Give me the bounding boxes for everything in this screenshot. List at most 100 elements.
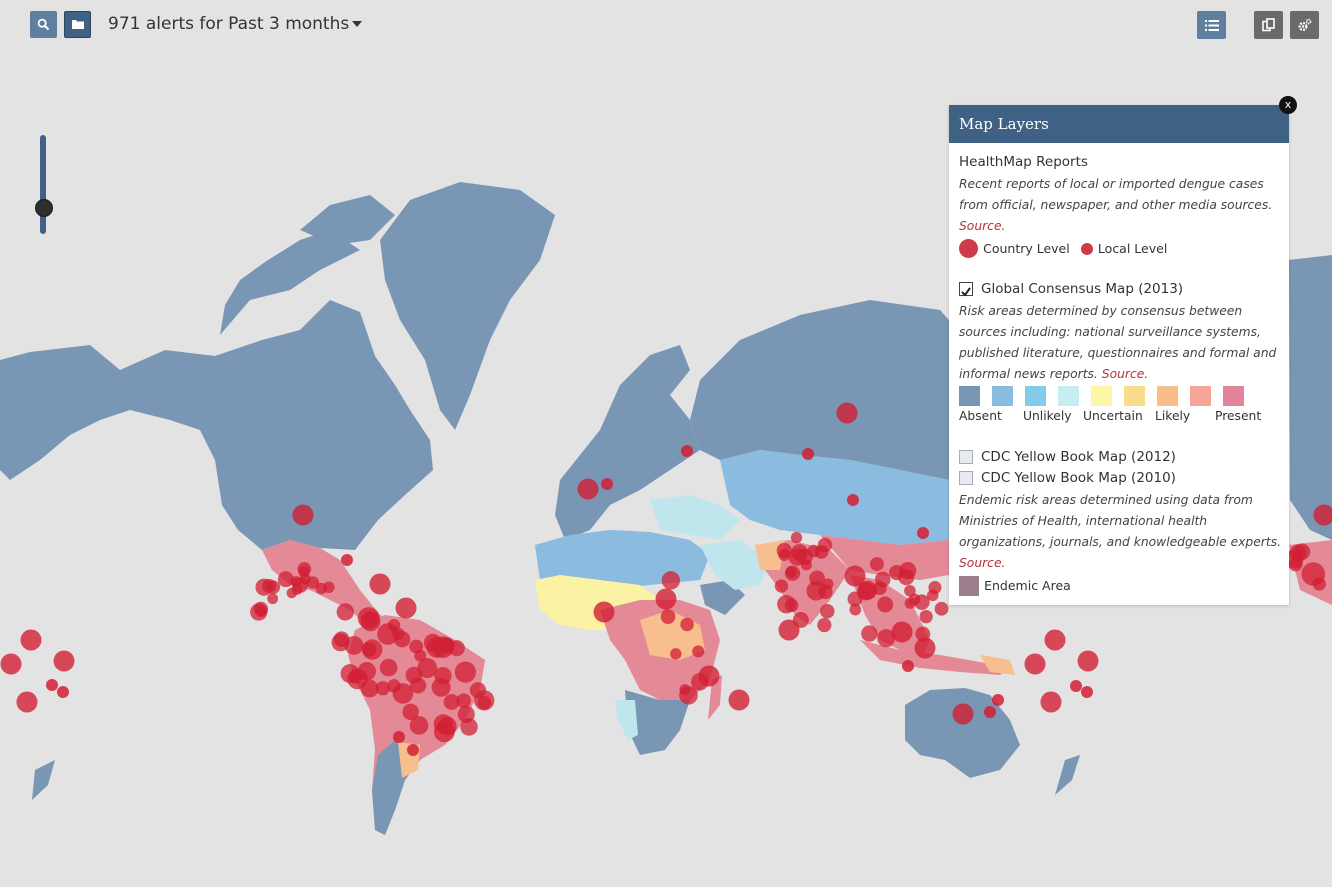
folder-button[interactable] bbox=[64, 11, 91, 38]
alert-marker[interactable] bbox=[20, 629, 42, 651]
alert-marker[interactable] bbox=[601, 478, 613, 490]
alert-marker[interactable] bbox=[877, 596, 894, 613]
healthmap-source-link[interactable]: Source. bbox=[959, 219, 1005, 233]
alert-marker[interactable] bbox=[790, 531, 803, 544]
alert-marker[interactable] bbox=[387, 679, 401, 693]
alert-marker[interactable] bbox=[952, 703, 974, 725]
alert-marker[interactable] bbox=[262, 578, 277, 593]
alert-marker[interactable] bbox=[1070, 680, 1082, 692]
alert-marker[interactable] bbox=[331, 633, 350, 652]
alert-marker[interactable] bbox=[433, 714, 453, 734]
alert-marker[interactable] bbox=[1289, 544, 1307, 562]
alert-marker[interactable] bbox=[806, 581, 826, 601]
alert-marker[interactable] bbox=[796, 548, 813, 566]
alert-marker[interactable] bbox=[817, 617, 832, 633]
cdc-2010-checkbox[interactable] bbox=[959, 471, 973, 485]
alert-marker[interactable] bbox=[849, 603, 862, 616]
alert-marker[interactable] bbox=[407, 744, 419, 756]
alert-marker[interactable] bbox=[680, 617, 694, 632]
alert-marker[interactable] bbox=[928, 581, 942, 595]
alert-marker[interactable] bbox=[409, 639, 424, 654]
alert-marker[interactable] bbox=[369, 573, 391, 595]
alert-marker[interactable] bbox=[593, 601, 615, 623]
zoom-slider[interactable] bbox=[40, 135, 46, 234]
alert-marker[interactable] bbox=[292, 504, 314, 526]
alert-marker[interactable] bbox=[1044, 629, 1066, 651]
alert-marker[interactable] bbox=[919, 609, 933, 624]
list-view-button[interactable] bbox=[1197, 11, 1226, 39]
alert-marker[interactable] bbox=[46, 679, 58, 691]
consensus-map-checkbox[interactable] bbox=[959, 282, 973, 297]
alert-marker[interactable] bbox=[875, 571, 891, 588]
alert-marker[interactable] bbox=[292, 577, 309, 593]
alert-marker[interactable] bbox=[1040, 691, 1062, 713]
alert-marker[interactable] bbox=[1301, 562, 1326, 586]
alert-marker[interactable] bbox=[777, 594, 796, 614]
alert-marker[interactable] bbox=[917, 527, 929, 539]
alert-marker[interactable] bbox=[670, 648, 682, 660]
alert-marker[interactable] bbox=[785, 566, 797, 578]
alert-marker[interactable] bbox=[393, 731, 405, 743]
alert-marker[interactable] bbox=[908, 593, 921, 606]
alerts-range-dropdown[interactable]: 971 alerts for Past 3 months bbox=[108, 14, 363, 34]
alert-marker[interactable] bbox=[577, 478, 599, 500]
alert-marker[interactable] bbox=[847, 494, 859, 506]
alert-marker[interactable] bbox=[405, 666, 423, 684]
alert-marker[interactable] bbox=[692, 645, 705, 658]
alert-marker[interactable] bbox=[774, 579, 789, 593]
alert-marker[interactable] bbox=[255, 605, 267, 618]
alert-marker[interactable] bbox=[298, 566, 310, 578]
close-panel-button[interactable]: x bbox=[1279, 96, 1297, 114]
alert-marker[interactable] bbox=[16, 691, 38, 713]
alert-marker[interactable] bbox=[457, 705, 475, 723]
alert-marker[interactable] bbox=[869, 557, 884, 572]
alert-marker[interactable] bbox=[341, 554, 353, 566]
alert-marker[interactable] bbox=[1077, 650, 1099, 672]
alert-marker[interactable] bbox=[387, 618, 401, 632]
alert-marker[interactable] bbox=[661, 571, 681, 590]
alert-marker[interactable] bbox=[409, 716, 429, 735]
alert-marker[interactable] bbox=[315, 582, 328, 595]
alert-marker[interactable] bbox=[802, 448, 814, 460]
alert-marker[interactable] bbox=[992, 694, 1004, 706]
alert-marker[interactable] bbox=[267, 593, 279, 605]
alert-marker[interactable] bbox=[443, 694, 460, 710]
alert-marker[interactable] bbox=[778, 548, 791, 562]
alert-marker[interactable] bbox=[53, 650, 75, 672]
alert-marker[interactable] bbox=[379, 658, 398, 677]
alert-marker[interactable] bbox=[1024, 653, 1046, 675]
alert-marker[interactable] bbox=[477, 695, 492, 710]
alert-marker[interactable] bbox=[934, 601, 949, 616]
alert-marker[interactable] bbox=[836, 402, 858, 424]
alert-marker[interactable] bbox=[898, 569, 915, 586]
alert-marker[interactable] bbox=[655, 588, 677, 610]
alert-marker[interactable] bbox=[984, 706, 996, 718]
cdc-source-link[interactable]: Source. bbox=[959, 556, 1005, 570]
alert-marker[interactable] bbox=[902, 660, 914, 672]
alert-marker[interactable] bbox=[778, 619, 800, 641]
alert-marker[interactable] bbox=[57, 686, 69, 698]
alert-marker[interactable] bbox=[1081, 686, 1093, 698]
alert-marker[interactable] bbox=[914, 637, 936, 659]
zoom-slider-handle[interactable] bbox=[35, 199, 53, 217]
alert-marker[interactable] bbox=[660, 609, 676, 624]
alert-marker[interactable] bbox=[820, 603, 835, 619]
cdc-2012-checkbox[interactable] bbox=[959, 450, 973, 464]
alert-marker[interactable] bbox=[454, 661, 477, 683]
alert-marker[interactable] bbox=[844, 565, 866, 587]
alert-marker[interactable] bbox=[360, 611, 381, 632]
alert-marker[interactable] bbox=[336, 603, 355, 621]
search-button[interactable] bbox=[30, 11, 57, 38]
alert-marker[interactable] bbox=[432, 636, 454, 659]
alert-marker[interactable] bbox=[361, 642, 377, 657]
alert-marker[interactable] bbox=[431, 677, 451, 697]
alert-marker[interactable] bbox=[340, 664, 360, 684]
alert-marker[interactable] bbox=[817, 537, 833, 553]
settings-button[interactable] bbox=[1290, 11, 1319, 39]
alert-marker[interactable] bbox=[861, 625, 878, 642]
alert-marker[interactable] bbox=[679, 684, 691, 696]
alert-marker[interactable] bbox=[698, 665, 720, 687]
alert-marker[interactable] bbox=[681, 445, 693, 457]
alert-marker[interactable] bbox=[891, 621, 913, 643]
copy-button[interactable] bbox=[1254, 11, 1283, 39]
